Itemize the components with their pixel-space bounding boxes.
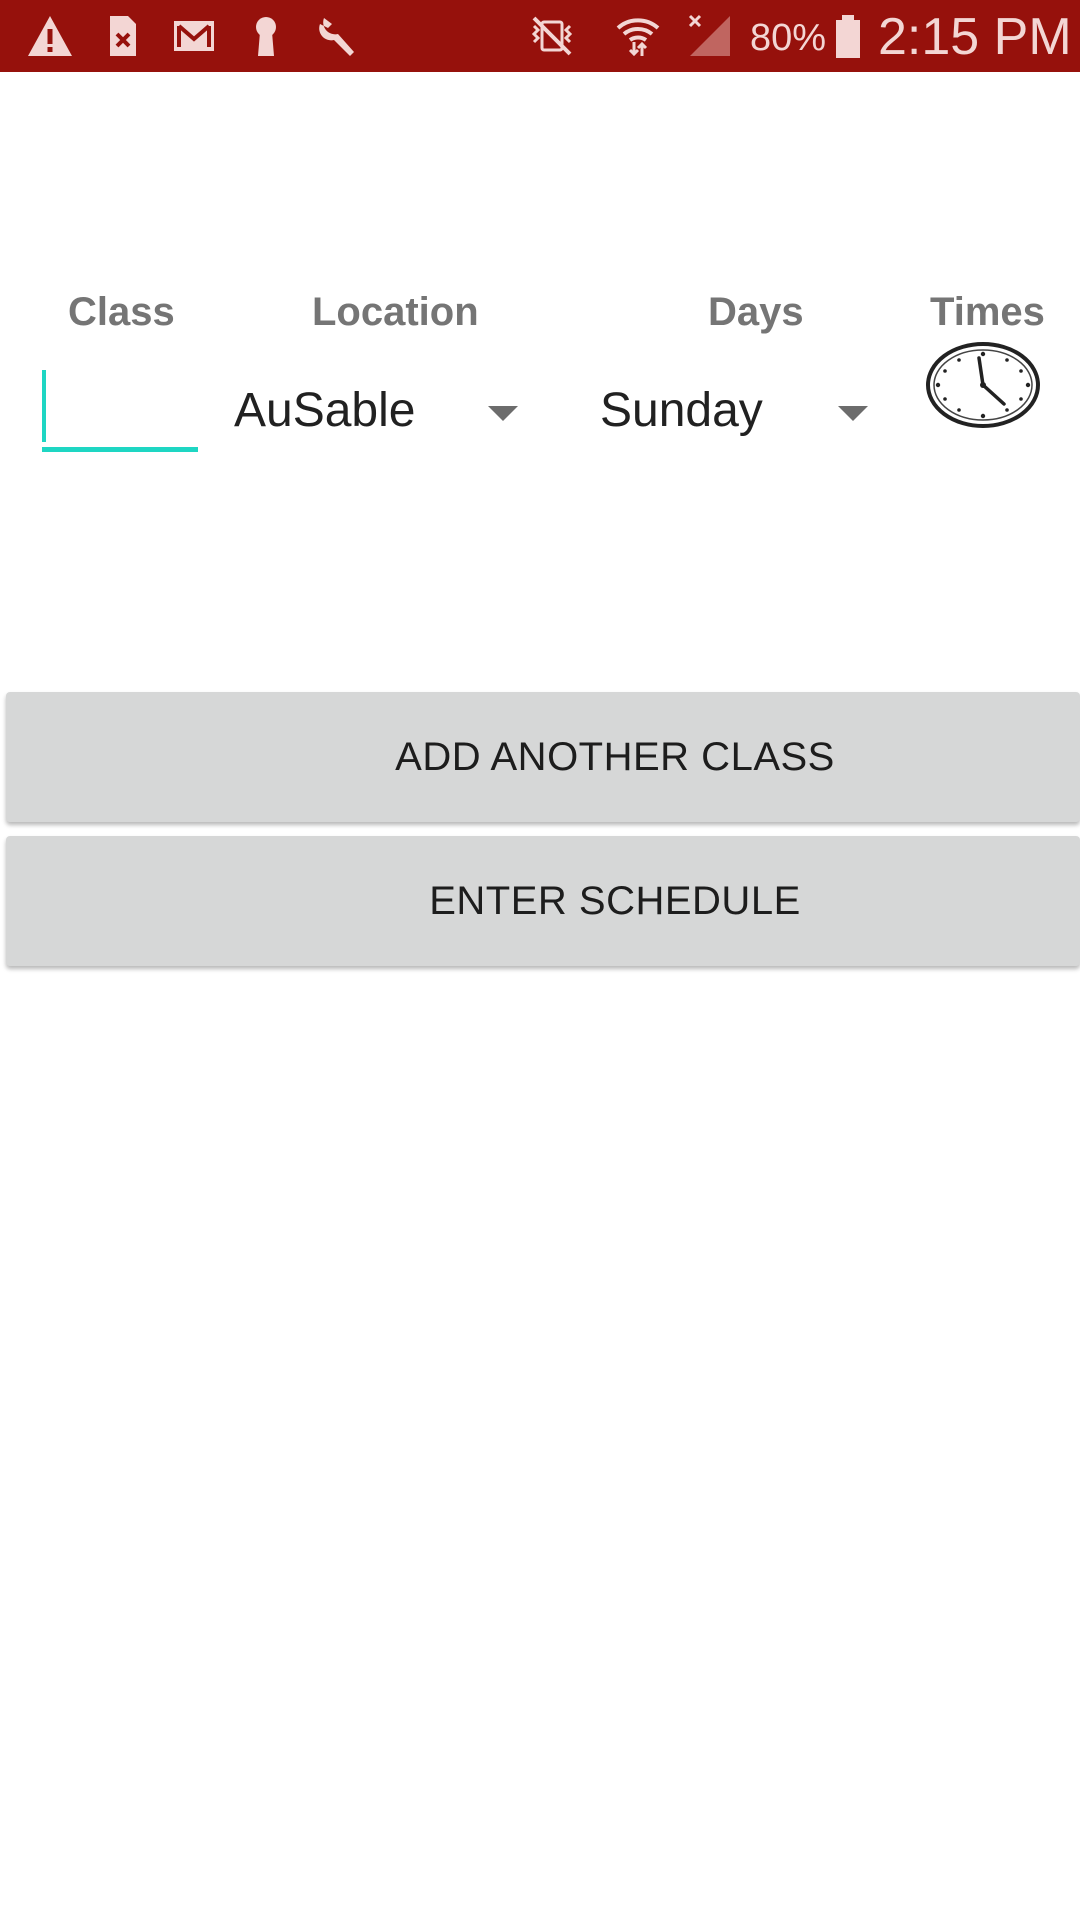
days-spinner[interactable]: Sunday	[600, 372, 880, 450]
enter-schedule-button[interactable]: ENTER SCHEDULE	[6, 836, 1080, 966]
location-spinner[interactable]: AuSable	[234, 372, 534, 450]
location-selected-value: AuSable	[234, 384, 416, 437]
location-header: Location	[312, 290, 479, 334]
text-cursor	[42, 370, 46, 442]
add-another-class-button[interactable]: ADD ANOTHER CLASS	[6, 692, 1080, 822]
battery-percent: 80%	[750, 17, 827, 59]
days-header: Days	[708, 290, 804, 334]
class-input[interactable]	[42, 362, 198, 452]
clock-icon[interactable]	[924, 340, 1042, 430]
clock-time: 2:15 PM	[878, 8, 1072, 66]
battery-icon	[822, 10, 874, 62]
days-selected-value: Sunday	[600, 384, 763, 437]
gmail-icon	[168, 10, 220, 62]
warning-icon	[24, 10, 76, 62]
sim-error-icon	[96, 10, 148, 62]
dropdown-arrow-icon	[838, 406, 868, 421]
signal-icon	[684, 10, 736, 62]
class-header: Class	[68, 290, 175, 334]
wrench-icon	[312, 10, 364, 62]
vibrate-mute-icon	[526, 10, 578, 62]
wifi-icon	[612, 10, 664, 62]
keyhole-icon	[240, 10, 292, 62]
times-header: Times	[930, 290, 1045, 334]
status-bar: 80% 2:15 PM	[0, 0, 1080, 72]
dropdown-arrow-icon	[488, 406, 518, 421]
